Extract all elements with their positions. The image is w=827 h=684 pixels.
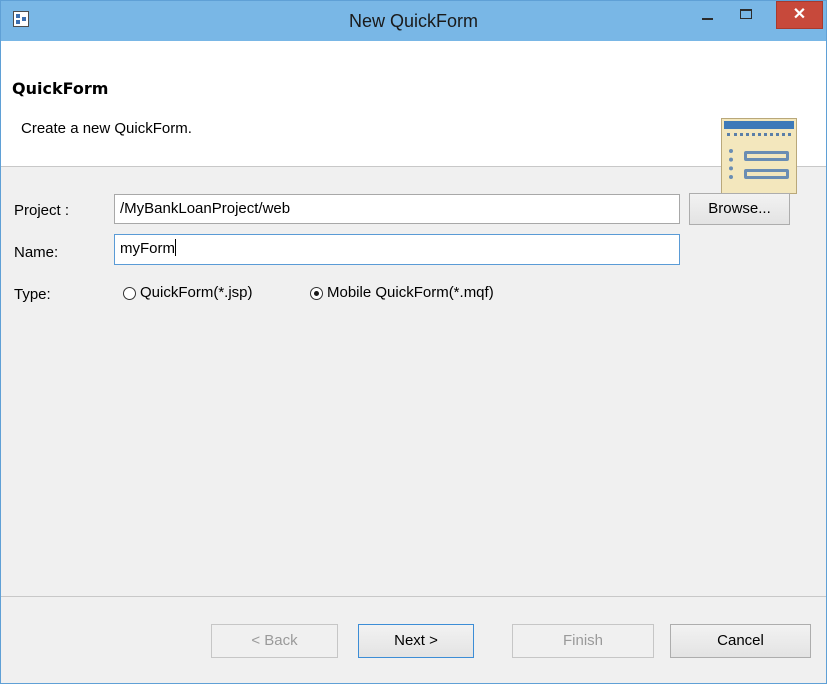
minimize-icon xyxy=(702,18,713,20)
project-field[interactable]: /MyBankLoanProject/web xyxy=(114,194,680,224)
radio-label: Mobile QuickForm(*.mqf) xyxy=(327,284,494,301)
radio-checked-icon xyxy=(310,287,323,300)
radio-unchecked-icon xyxy=(123,287,136,300)
next-button[interactable]: Next > xyxy=(358,624,474,658)
back-button[interactable]: < Back xyxy=(211,624,338,658)
banner-description: Create a new QuickForm. xyxy=(21,120,192,137)
banner-title: QuickForm xyxy=(12,79,109,98)
finish-button[interactable]: Finish xyxy=(512,624,654,658)
maximize-button[interactable] xyxy=(728,1,764,33)
minimize-button[interactable] xyxy=(690,1,726,33)
form-area: Project : /MyBankLoanProject/web Browse.… xyxy=(1,167,826,597)
text-cursor xyxy=(175,239,176,256)
project-label: Project : xyxy=(14,202,70,219)
cancel-button[interactable]: Cancel xyxy=(670,624,811,658)
close-icon: ✕ xyxy=(792,6,807,23)
wizard-banner: QuickForm Create a new QuickForm. xyxy=(1,41,826,194)
radio-label: QuickForm(*.jsp) xyxy=(140,284,253,301)
maximize-icon xyxy=(740,9,752,19)
type-label: Type: xyxy=(14,286,51,303)
browse-button[interactable]: Browse... xyxy=(689,193,790,225)
title-bar[interactable]: New QuickForm ✕ xyxy=(1,1,826,41)
name-value: myForm xyxy=(120,240,175,257)
button-bar: < Back Next > Finish Cancel xyxy=(1,596,826,683)
dialog-window: New QuickForm ✕ QuickForm Create a new Q… xyxy=(0,0,827,684)
close-button[interactable]: ✕ xyxy=(776,1,823,29)
name-label: Name: xyxy=(14,244,59,261)
name-field[interactable]: myForm xyxy=(114,234,680,265)
